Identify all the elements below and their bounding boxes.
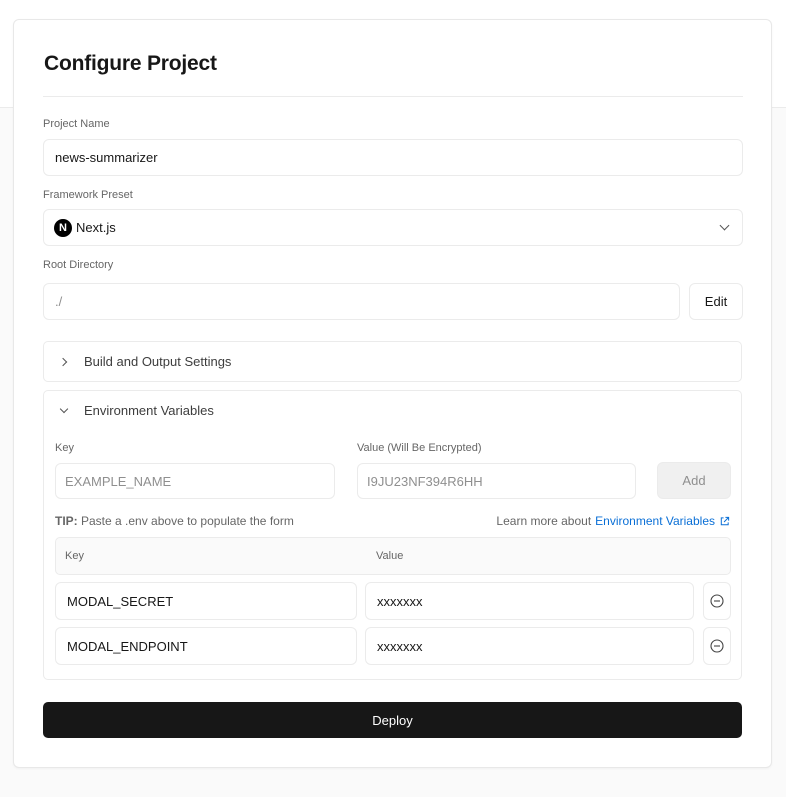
env-value-label: Value (Will Be Encrypted) bbox=[357, 442, 482, 454]
add-env-var-button[interactable]: Add bbox=[657, 462, 731, 499]
env-key-field[interactable] bbox=[55, 463, 335, 499]
env-value-input[interactable] bbox=[358, 464, 635, 498]
env-row-value-input[interactable] bbox=[366, 628, 693, 664]
framework-preset-trigger[interactable]: N Next.js bbox=[44, 210, 742, 245]
page-title: Configure Project bbox=[44, 52, 217, 75]
nextjs-logo-icon: N bbox=[54, 218, 72, 237]
chevron-down-icon bbox=[59, 404, 69, 413]
env-row-key-field[interactable] bbox=[55, 582, 357, 620]
framework-preset-label: Framework Preset bbox=[43, 189, 133, 201]
minus-circle-icon bbox=[710, 639, 724, 653]
column-header-key: Key bbox=[65, 550, 84, 562]
framework-preset-select[interactable]: N Next.js bbox=[43, 209, 743, 246]
remove-env-row-button[interactable] bbox=[703, 582, 731, 620]
env-row-value-input[interactable] bbox=[366, 583, 693, 619]
environment-variables-label: Environment Variables bbox=[84, 403, 214, 418]
env-key-label: Key bbox=[55, 442, 74, 454]
deploy-button[interactable]: Deploy bbox=[43, 702, 742, 738]
chevron-right-icon bbox=[58, 357, 68, 366]
build-output-settings-section: Build and Output Settings bbox=[43, 341, 742, 382]
environment-variables-link[interactable]: Environment Variables bbox=[595, 514, 715, 528]
tip-text: Paste a .env above to populate the form bbox=[77, 514, 294, 528]
env-row-value-field[interactable] bbox=[365, 627, 694, 665]
remove-env-row-button[interactable] bbox=[703, 627, 731, 665]
env-table-header: Key Value bbox=[55, 537, 731, 575]
configure-project-card: Configure Project Project Name Framework… bbox=[13, 19, 772, 768]
learn-more-text: Learn more about bbox=[496, 514, 592, 528]
env-tip: TIP: Paste a .env above to populate the … bbox=[55, 514, 294, 528]
project-name-input[interactable] bbox=[44, 140, 742, 175]
minus-circle-icon bbox=[710, 594, 724, 608]
environment-variables-section: Environment Variables Key Value (Will Be… bbox=[43, 390, 742, 680]
env-row-key-input[interactable] bbox=[56, 583, 356, 619]
env-row-key-field[interactable] bbox=[55, 627, 357, 665]
environment-variables-toggle[interactable]: Environment Variables bbox=[44, 391, 741, 430]
title-divider bbox=[43, 96, 743, 97]
tip-prefix: TIP: bbox=[55, 514, 78, 528]
env-key-input[interactable] bbox=[56, 464, 334, 498]
project-name-label: Project Name bbox=[43, 118, 110, 130]
env-row-value-field[interactable] bbox=[365, 582, 694, 620]
column-header-value: Value bbox=[376, 550, 404, 562]
root-directory-field bbox=[43, 283, 680, 320]
build-output-settings-toggle[interactable]: Build and Output Settings bbox=[44, 342, 741, 381]
build-output-settings-label: Build and Output Settings bbox=[84, 354, 232, 369]
framework-preset-value: Next.js bbox=[76, 220, 116, 235]
env-row-key-input[interactable] bbox=[56, 628, 356, 664]
external-link-icon bbox=[720, 516, 730, 525]
root-directory-label: Root Directory bbox=[43, 259, 114, 271]
learn-more: Learn more about Environment Variables bbox=[496, 514, 730, 528]
project-name-field[interactable] bbox=[43, 139, 743, 176]
edit-root-directory-button[interactable]: Edit bbox=[689, 283, 743, 320]
env-value-field[interactable] bbox=[357, 463, 636, 499]
root-directory-input bbox=[44, 284, 679, 319]
